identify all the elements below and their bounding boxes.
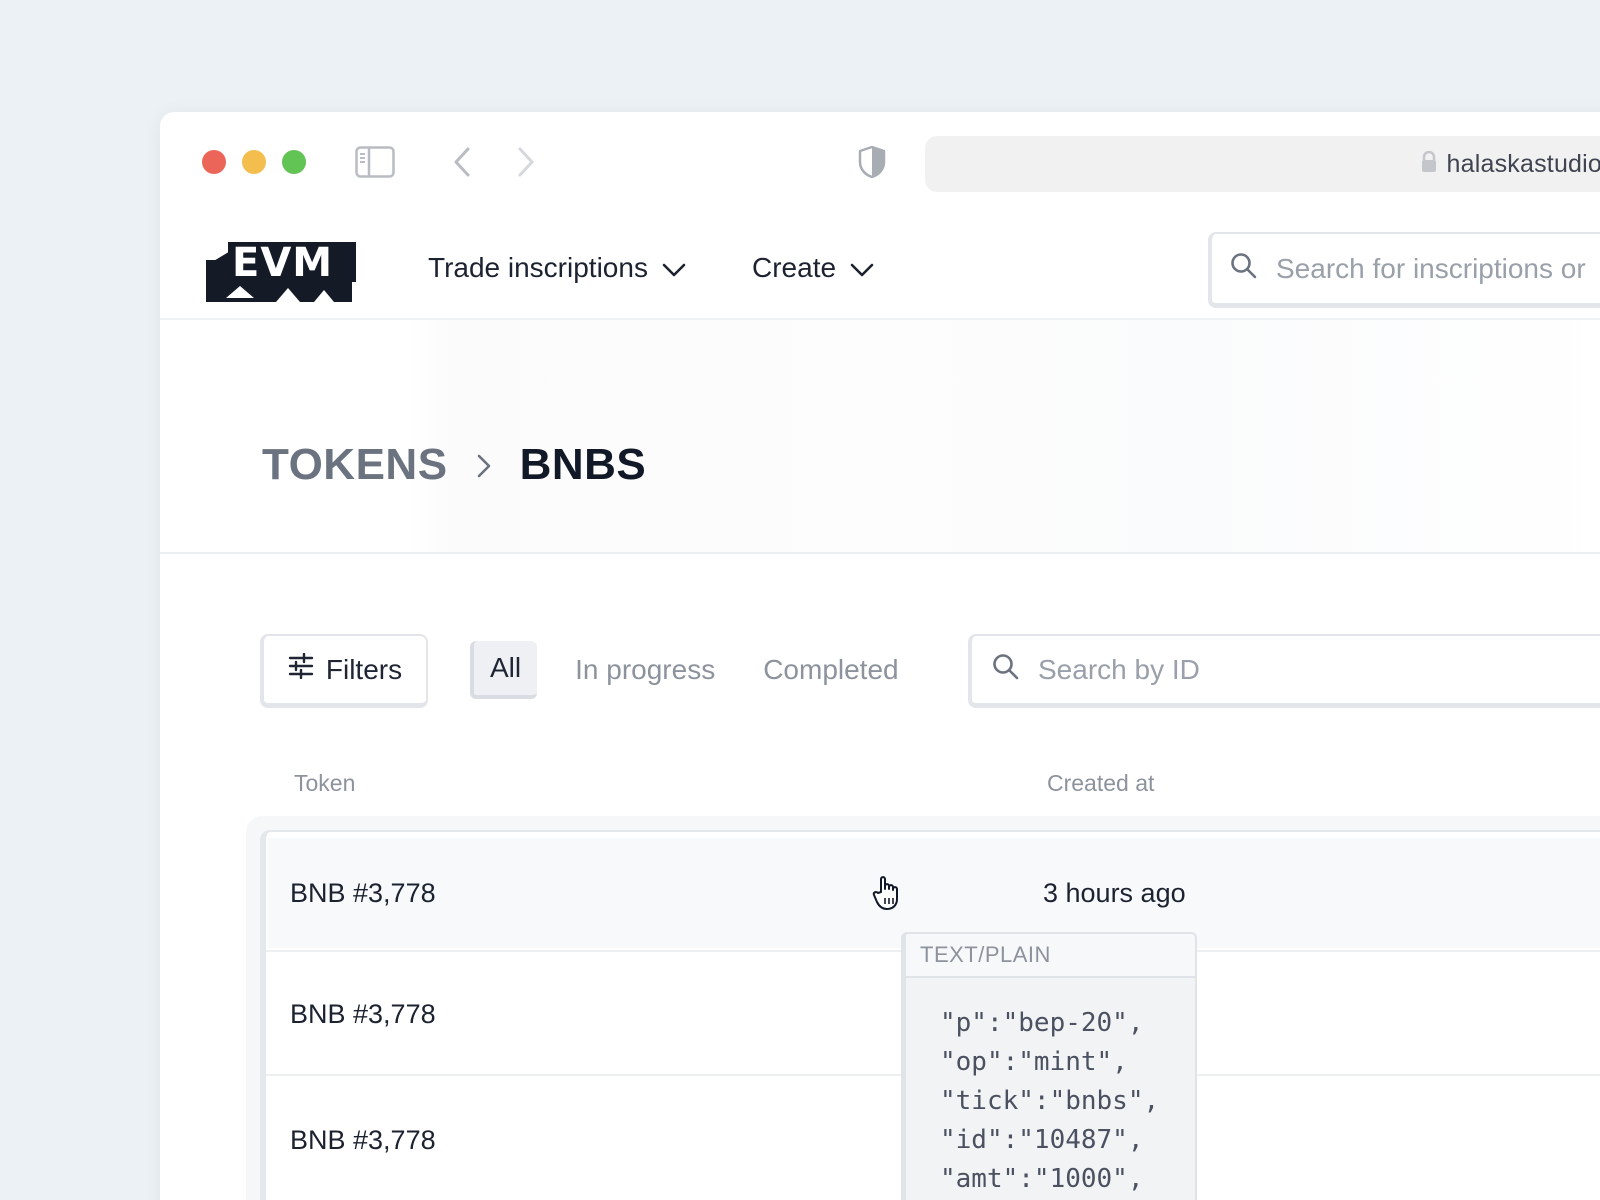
- id-search-box[interactable]: [968, 634, 1600, 708]
- chevron-down-icon: [662, 252, 686, 284]
- search-icon: [1230, 252, 1258, 285]
- column-header-created-at[interactable]: Created at: [1047, 770, 1154, 797]
- breadcrumb-current: BNBS: [519, 440, 647, 489]
- nav-create[interactable]: Create: [752, 240, 874, 296]
- nav-trade-inscriptions[interactable]: Trade inscriptions: [428, 240, 686, 296]
- page-hero: TOKENS BNBS: [160, 320, 1600, 554]
- filters-button[interactable]: Filters: [260, 634, 428, 708]
- chevron-right-icon: [476, 440, 492, 490]
- evm-logo[interactable]: EVM: [206, 240, 356, 309]
- breadcrumb-tokens-link[interactable]: TOKENS: [262, 440, 448, 490]
- chevron-down-icon: [850, 252, 874, 284]
- inscription-preview-tooltip: TEXT/PLAIN "p":"bep-20", "op":"mint", "t…: [901, 932, 1197, 1200]
- filters-label: Filters: [325, 653, 403, 685]
- status-tabs: All In progress Completed: [470, 640, 923, 700]
- tab-completed[interactable]: Completed: [739, 641, 922, 699]
- browser-window: halaskastudio.com EVM Trade inscriptions…: [160, 112, 1600, 1200]
- site-search-input[interactable]: [1276, 252, 1600, 285]
- nav-create-label: Create: [752, 252, 837, 283]
- token-cell: BNB #3,778: [290, 877, 436, 908]
- tooltip-content: "p":"bep-20", "op":"mint", "tick":"bnbs"…: [940, 1008, 1160, 1194]
- breadcrumb: TOKENS BNBS: [262, 440, 646, 490]
- token-cell: BNB #3,778: [290, 1124, 436, 1155]
- site-search-box[interactable]: [1208, 232, 1600, 308]
- tab-in-progress[interactable]: In progress: [551, 641, 739, 699]
- logo-text: EVM: [232, 240, 333, 286]
- id-search-input[interactable]: [1038, 653, 1600, 686]
- nav-trade-label: Trade inscriptions: [428, 252, 648, 283]
- tab-all[interactable]: All: [470, 641, 538, 699]
- hand-pointer-cursor-icon: [872, 874, 906, 917]
- token-cell: BNB #3,778: [290, 998, 436, 1029]
- search-icon: [992, 653, 1020, 686]
- tooltip-mime-type: TEXT/PLAIN: [906, 934, 1195, 978]
- column-header-token[interactable]: Token: [294, 770, 355, 797]
- sliders-icon: [288, 652, 314, 686]
